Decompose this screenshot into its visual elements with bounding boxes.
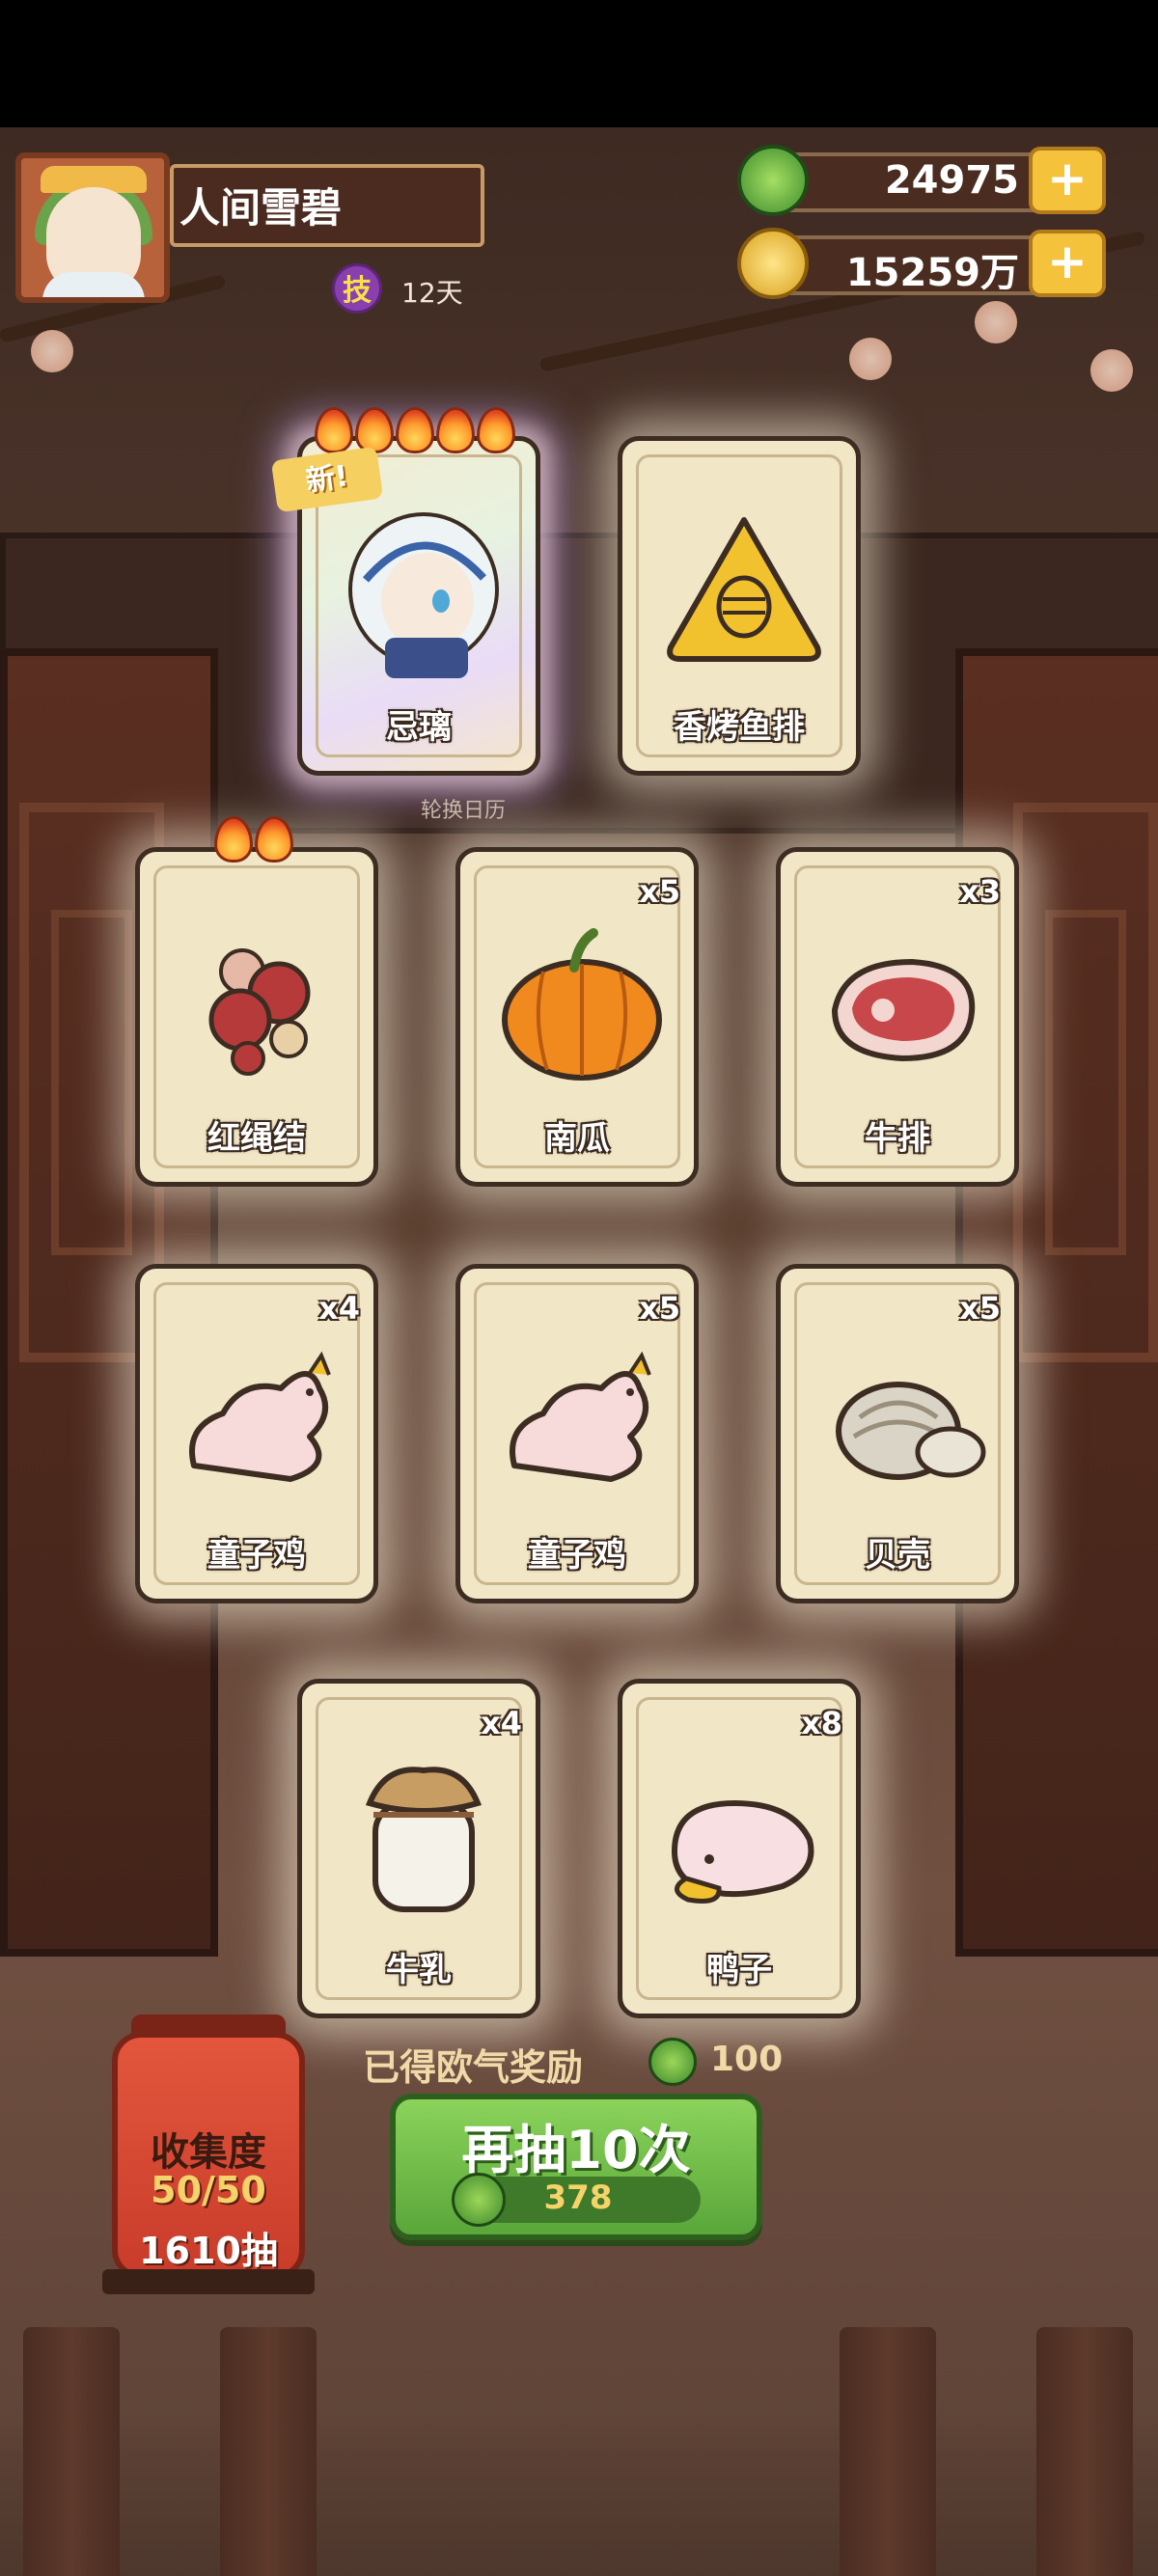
right-lattice bbox=[1013, 803, 1158, 1362]
blossom bbox=[849, 338, 892, 380]
reward-value: 100 bbox=[710, 2040, 784, 2079]
clam-icon bbox=[836, 1382, 986, 1480]
card-label: 贝壳 bbox=[865, 1536, 930, 1575]
add-coins-button[interactable]: + bbox=[1029, 230, 1106, 297]
chicken-icon bbox=[510, 1351, 651, 1482]
reward-label: 已得欧气奖励 bbox=[363, 2046, 584, 2089]
card-quantity: x4 bbox=[318, 1290, 360, 1327]
reward-card[interactable]: x3 牛排 bbox=[776, 847, 1019, 1187]
add-jade-button[interactable]: + bbox=[1029, 147, 1106, 214]
card-quantity: x3 bbox=[959, 873, 1001, 910]
reward-card[interactable]: x5 童子鸡 bbox=[455, 1264, 699, 1603]
card-label: 鸭子 bbox=[706, 1951, 772, 1989]
player-avatar[interactable] bbox=[15, 152, 170, 303]
collection-count: 50/50 bbox=[151, 2169, 266, 2211]
reward-card[interactable]: 红绳结 bbox=[135, 847, 378, 1187]
blossom bbox=[975, 301, 1017, 343]
reward-card[interactable]: x4 牛乳 bbox=[297, 1679, 540, 2018]
pumpkin-icon bbox=[502, 928, 662, 1081]
skill-buff-icon[interactable]: 技 bbox=[332, 263, 382, 314]
reward-card[interactable]: x4 童子鸡 bbox=[135, 1264, 378, 1603]
background-sign-caption: 轮换日历 bbox=[420, 799, 506, 823]
fence-post bbox=[840, 2327, 936, 2576]
character-portrait bbox=[348, 512, 499, 678]
rarity-flames bbox=[315, 407, 515, 453]
jade-icon bbox=[648, 2038, 697, 2086]
blossom bbox=[31, 330, 73, 372]
flame-icon bbox=[436, 407, 475, 453]
reward-card[interactable]: x5 南瓜 bbox=[455, 847, 699, 1187]
reward-card[interactable]: x8 鸭子 bbox=[618, 1679, 861, 2018]
card-label: 童子鸡 bbox=[528, 1536, 626, 1575]
draw-again-label: 再抽10次 bbox=[461, 2120, 691, 2180]
card-label: 牛排 bbox=[865, 1119, 930, 1158]
reward-card[interactable]: 香烤鱼排 bbox=[618, 436, 861, 776]
card-label: 红绳结 bbox=[207, 1119, 306, 1158]
player-name: 人间雪碧 bbox=[179, 184, 343, 232]
fence-post bbox=[1036, 2327, 1133, 2576]
flame-icon bbox=[355, 407, 394, 453]
card-quantity: x5 bbox=[959, 1290, 1001, 1327]
blossom bbox=[1090, 349, 1133, 392]
red-knot-icon bbox=[208, 948, 311, 1076]
flame-icon bbox=[214, 816, 253, 863]
duck-icon bbox=[671, 1799, 814, 1904]
fence-post bbox=[23, 2327, 120, 2576]
floor bbox=[0, 2424, 1158, 2576]
card-label: 南瓜 bbox=[544, 1119, 610, 1158]
fish-fillet-icon bbox=[667, 517, 821, 662]
card-label: 忌璃 bbox=[386, 708, 452, 747]
coin-amount: 15259万 bbox=[845, 251, 1019, 295]
jade-amount: 24975 bbox=[884, 158, 1019, 203]
chicken-icon bbox=[189, 1351, 331, 1482]
fence-post bbox=[220, 2327, 317, 2576]
rarity-flames bbox=[214, 816, 293, 863]
card-quantity: x4 bbox=[481, 1705, 522, 1741]
flame-icon bbox=[396, 407, 434, 453]
flame-icon bbox=[315, 407, 353, 453]
card-quantity: x5 bbox=[639, 873, 680, 910]
buff-duration: 12天 bbox=[401, 277, 463, 309]
flame-icon bbox=[477, 407, 515, 453]
reward-card[interactable]: x5 贝壳 bbox=[776, 1264, 1019, 1603]
card-label: 牛乳 bbox=[386, 1951, 452, 1989]
milk-jar-icon bbox=[365, 1767, 482, 1912]
card-label: 童子鸡 bbox=[207, 1536, 306, 1575]
draw-cost: 378 bbox=[543, 2179, 613, 2217]
status-bar-area bbox=[0, 0, 1158, 127]
game-screen: 人间雪碧 技 12天 24975 + 15259万 + 忌璃 香烤鱼排 红绳结 … bbox=[0, 0, 1158, 2576]
jade-icon bbox=[452, 2173, 506, 2227]
card-label: 香烤鱼排 bbox=[674, 708, 805, 747]
collection-pulls: 1610抽 bbox=[139, 2230, 278, 2272]
flame-icon bbox=[255, 816, 293, 863]
steak-icon bbox=[831, 958, 976, 1062]
card-quantity: x8 bbox=[801, 1705, 842, 1741]
card-quantity: x5 bbox=[639, 1290, 680, 1327]
